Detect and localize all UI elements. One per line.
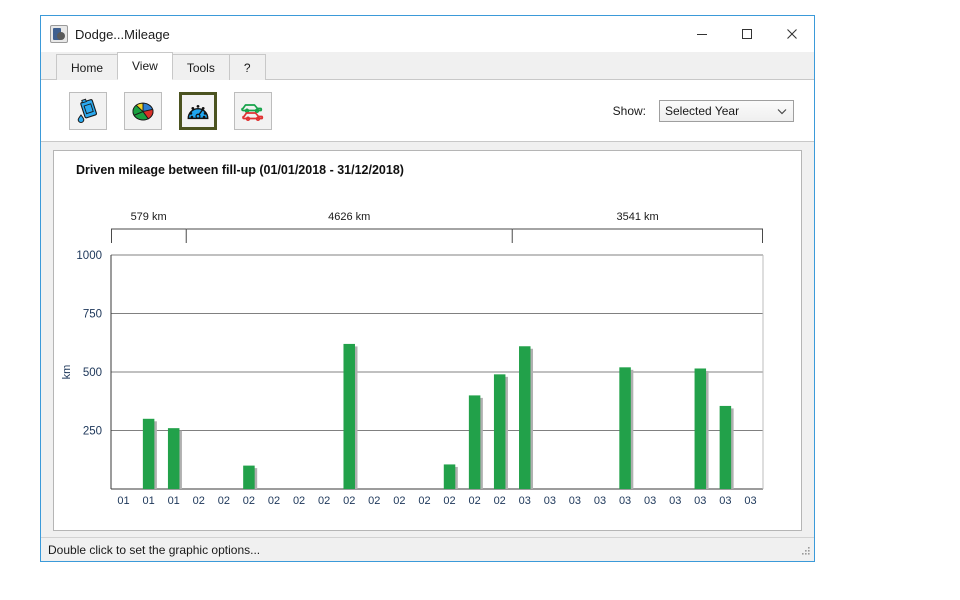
x-tick-label: 02: [243, 495, 255, 507]
close-button[interactable]: [769, 16, 814, 52]
cars-icon: [240, 98, 266, 124]
bar: [720, 406, 732, 489]
show-label: Show:: [613, 104, 646, 118]
window-title: Dodge...Mileage: [75, 27, 170, 42]
show-filter-group: Show: Selected Year: [613, 100, 794, 122]
maximize-button[interactable]: [724, 16, 769, 52]
bar: [168, 428, 180, 489]
x-tick-label: 03: [694, 495, 706, 507]
fuel-can-button[interactable]: [69, 92, 107, 130]
bar: [469, 395, 481, 489]
chevron-down-icon: [777, 104, 787, 118]
y-axis-title: km: [61, 365, 73, 380]
tab-tools[interactable]: Tools: [172, 54, 230, 80]
x-tick-label: 02: [268, 495, 280, 507]
tab-help[interactable]: ?: [229, 54, 266, 80]
minimize-button[interactable]: [679, 16, 724, 52]
group-total-label: 3541 km: [617, 211, 659, 223]
speedometer-icon: [186, 99, 210, 123]
y-tick-label: 1000: [76, 250, 102, 262]
status-bar: Double click to set the graphic options.…: [41, 537, 814, 561]
application-window: Dodge...Mileage Home View To: [40, 15, 815, 562]
pie-chart-icon: [130, 98, 156, 124]
x-tick-label: 02: [318, 495, 330, 507]
x-tick-label: 03: [594, 495, 606, 507]
x-tick-label: 02: [468, 495, 480, 507]
chart-plot-area: 579 km 4626 km 3541 km 250 500 750 1000 km 01 01 0…: [54, 151, 801, 530]
close-icon: [786, 28, 798, 40]
ribbon-button-group: [69, 92, 272, 130]
minimize-icon: [696, 28, 708, 40]
bar: [619, 367, 631, 489]
x-tick-label: 02: [393, 495, 405, 507]
bar: [494, 374, 506, 489]
bar: [343, 344, 355, 489]
resize-grip-icon[interactable]: [799, 546, 811, 558]
x-tick-label: 03: [669, 495, 681, 507]
x-tick-label: 03: [644, 495, 656, 507]
x-tick-label: 03: [544, 495, 556, 507]
x-tick-label: 01: [142, 495, 154, 507]
x-tick-label: 02: [494, 495, 506, 507]
x-tick-label: 02: [343, 495, 355, 507]
x-tick-label: 03: [619, 495, 631, 507]
status-message: Double click to set the graphic options.…: [48, 543, 260, 557]
x-tick-label: 01: [117, 495, 129, 507]
x-tick-label: 03: [719, 495, 731, 507]
cars-button[interactable]: [234, 92, 272, 130]
bar: [143, 419, 155, 489]
x-tick-label: 02: [193, 495, 205, 507]
ribbon-bar: Show: Selected Year: [41, 80, 814, 142]
x-tick-label: 02: [443, 495, 455, 507]
chart-panel[interactable]: Driven mileage between fill-up (01/01/20…: [53, 150, 802, 531]
show-dropdown[interactable]: Selected Year: [659, 100, 794, 122]
x-tick-label: 03: [744, 495, 756, 507]
x-tick-label: 02: [293, 495, 305, 507]
speedometer-button[interactable]: [179, 92, 217, 130]
ribbon-tab-strip: Home View Tools ?: [41, 52, 814, 80]
title-bar: Dodge...Mileage: [41, 16, 814, 52]
maximize-icon: [741, 28, 753, 40]
show-dropdown-value: Selected Year: [665, 104, 739, 118]
bar: [519, 346, 531, 489]
x-tick-label: 02: [218, 495, 230, 507]
y-tick-label: 750: [83, 309, 102, 321]
pie-chart-button[interactable]: [124, 92, 162, 130]
window-controls: [679, 16, 814, 52]
x-tick-label: 02: [368, 495, 380, 507]
x-tick-label: 01: [168, 495, 180, 507]
y-tick-label: 500: [83, 367, 102, 379]
group-total-label: 579 km: [131, 211, 167, 223]
bar: [243, 466, 255, 489]
tab-home[interactable]: Home: [56, 54, 118, 80]
tab-view[interactable]: View: [117, 52, 173, 80]
y-tick-label: 250: [83, 426, 102, 438]
app-icon: [50, 25, 68, 43]
x-tick-label: 03: [569, 495, 581, 507]
x-tick-label: 03: [519, 495, 531, 507]
x-tick-label: 02: [418, 495, 430, 507]
bar: [695, 368, 707, 489]
bar: [444, 464, 456, 489]
group-total-label: 4626 km: [328, 211, 370, 223]
fuel-can-icon: [75, 98, 101, 124]
